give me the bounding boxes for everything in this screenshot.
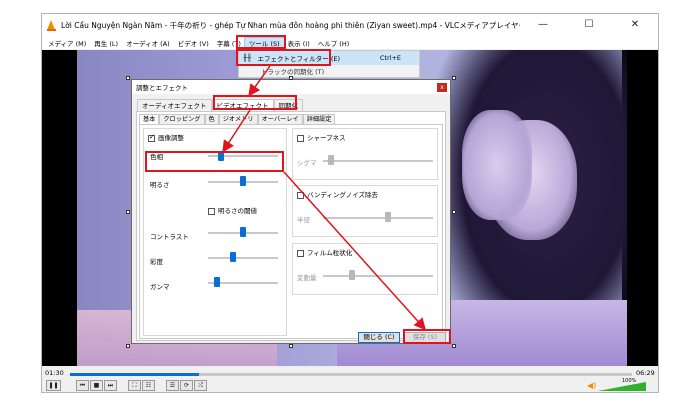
selection-handle	[289, 76, 293, 80]
checkbox-checked-icon	[148, 133, 155, 142]
sharpen-label: シャープネス	[307, 134, 346, 142]
title-bar: Lời Cầu Nguyện Ngàn Năm - 千年の祈り - ghép T…	[42, 14, 658, 36]
selection-handle	[289, 344, 293, 348]
seek-bar-fill	[70, 373, 200, 376]
brightness-threshold-label: 明るさの閾値	[218, 207, 257, 215]
saturation-slider[interactable]	[208, 257, 278, 259]
vlc-window: Lời Cầu Nguyện Ngàn Năm - 千年の祈り - ghép T…	[41, 13, 659, 393]
seek-bar[interactable]	[70, 373, 632, 376]
radius-slider-thumb[interactable]	[385, 212, 392, 222]
shuffle-button[interactable]: ⤮	[194, 380, 207, 391]
sharpen-group: シャープネス シグマ	[292, 128, 438, 180]
subtab-geometry[interactable]: ジオメトリ	[218, 114, 258, 124]
image-adjust-checkbox[interactable]: 画像調整	[148, 132, 184, 142]
dialog-close-button[interactable]: 閉じる (C)	[358, 332, 400, 343]
playlist-button[interactable]: ☰	[166, 380, 179, 391]
selection-handle	[126, 210, 130, 214]
banding-label: バンディングノイズ除去	[307, 191, 379, 199]
subtab-color[interactable]: 色	[204, 114, 219, 124]
annotation-box-tools-menu	[236, 35, 286, 49]
contrast-slider-thumb[interactable]	[240, 227, 246, 237]
checkbox-icon	[297, 134, 304, 142]
gamma-label: ガンマ	[150, 283, 170, 291]
elapsed-time: 01:30	[45, 369, 64, 377]
saturation-slider-thumb[interactable]	[230, 252, 237, 262]
variance-slider-thumb[interactable]	[349, 270, 355, 280]
tab-audio-effects[interactable]: オーディオエフェクト	[137, 99, 212, 111]
variance-label: 変動量	[297, 274, 317, 282]
selection-handle	[452, 344, 456, 348]
minimize-button[interactable]: —	[520, 14, 566, 36]
annotation-box-hue	[145, 151, 284, 172]
brightness-slider-thumb[interactable]	[240, 176, 246, 186]
sigma-label: シグマ	[297, 159, 317, 167]
selection-handle	[452, 76, 456, 80]
brightness-threshold-checkbox[interactable]: 明るさの閾値	[208, 205, 257, 215]
gamma-slider-thumb[interactable]	[214, 277, 221, 287]
checkbox-icon	[208, 207, 215, 215]
window-title: Lời Cầu Nguyện Ngàn Năm - 千年の祈り - ghép T…	[61, 20, 520, 30]
banding-group: バンディングノイズ除去 半径	[292, 185, 438, 237]
video-effects-subtabs: 基本 クロッピング 色 ジオメトリ オーバーレイ 詳細設定	[139, 114, 336, 124]
subtab-basic[interactable]: 基本	[139, 114, 160, 124]
radius-label: 半径	[297, 216, 310, 224]
radius-slider[interactable]	[323, 217, 433, 219]
speaker-icon[interactable]: ◀)	[587, 381, 596, 390]
image-adjust-label: 画像調整	[158, 134, 184, 142]
volume-percent: 100%	[622, 378, 637, 384]
menu-bar: メディア (M) 再生 (L) オーディオ (A) ビデオ (V) 字幕 (T)…	[42, 36, 658, 49]
contrast-label: コントラスト	[150, 233, 189, 241]
brightness-label: 明るさ	[150, 181, 170, 189]
menu-item-track-sync[interactable]: トラックの同期化 (T)	[239, 65, 419, 77]
menu-playback[interactable]: 再生 (L)	[90, 38, 122, 48]
total-time: 06:29	[636, 369, 655, 377]
dialog-close-icon[interactable]: x	[437, 83, 447, 92]
annotation-box-effects-item	[236, 49, 331, 66]
checkbox-icon	[297, 249, 304, 257]
film-grain-group: フィルム粒状化 変動量	[292, 243, 438, 295]
adjustments-dialog: 調整とエフェクト x オーディオエフェクト ビデオエフェクト 同期化 基本 クロ…	[131, 79, 451, 344]
subtab-cropping[interactable]: クロッピング	[159, 114, 205, 124]
player-controls: 01:30 06:29 ❚❚ ⏮ ■ ⏭ ⛶ ☷ ☰ ⟳ ⤮ ◀) 100%	[42, 366, 658, 392]
stop-button[interactable]: ■	[90, 380, 103, 391]
sigma-slider[interactable]	[323, 160, 433, 162]
pause-button[interactable]: ❚❚	[46, 380, 61, 391]
menu-item-shortcut: Ctrl+E	[379, 54, 401, 62]
annotation-box-video-effects-tab	[213, 95, 297, 110]
subtab-overlay[interactable]: オーバーレイ	[257, 114, 303, 124]
next-button[interactable]: ⏭	[104, 380, 117, 391]
fullscreen-button[interactable]: ⛶	[128, 380, 141, 391]
menu-help[interactable]: ヘルプ (H)	[314, 38, 354, 48]
menu-view[interactable]: 表示 (I)	[284, 38, 314, 48]
previous-button[interactable]: ⏮	[76, 380, 89, 391]
selection-handle	[126, 76, 130, 80]
video-effects-panel: 基本 クロッピング 色 ジオメトリ オーバーレイ 詳細設定 画像調整 色相 明る…	[136, 111, 446, 341]
vlc-cone-icon	[47, 19, 56, 31]
maximize-button[interactable]: ☐	[566, 14, 612, 36]
selection-handle	[452, 210, 456, 214]
film-grain-checkbox[interactable]: フィルム粒状化	[297, 247, 352, 257]
checkbox-icon	[297, 191, 304, 199]
close-button[interactable]: ✕	[612, 14, 658, 36]
sigma-slider-thumb[interactable]	[328, 155, 335, 165]
menu-media[interactable]: メディア (M)	[44, 38, 90, 48]
variance-slider[interactable]	[323, 275, 433, 277]
subtab-advanced[interactable]: 詳細設定	[302, 114, 336, 124]
extended-settings-button[interactable]: ☷	[142, 380, 155, 391]
dialog-title: 調整とエフェクト	[132, 80, 450, 94]
saturation-label: 彩度	[150, 258, 163, 266]
sharpen-checkbox[interactable]: シャープネス	[297, 132, 346, 142]
banding-checkbox[interactable]: バンディングノイズ除去	[297, 189, 378, 199]
annotation-box-save	[403, 329, 451, 344]
loop-button[interactable]: ⟳	[180, 380, 193, 391]
selection-handle	[126, 344, 130, 348]
menu-audio[interactable]: オーディオ (A)	[122, 38, 174, 48]
film-grain-label: フィルム粒状化	[307, 249, 353, 257]
menu-video[interactable]: ビデオ (V)	[174, 38, 213, 48]
